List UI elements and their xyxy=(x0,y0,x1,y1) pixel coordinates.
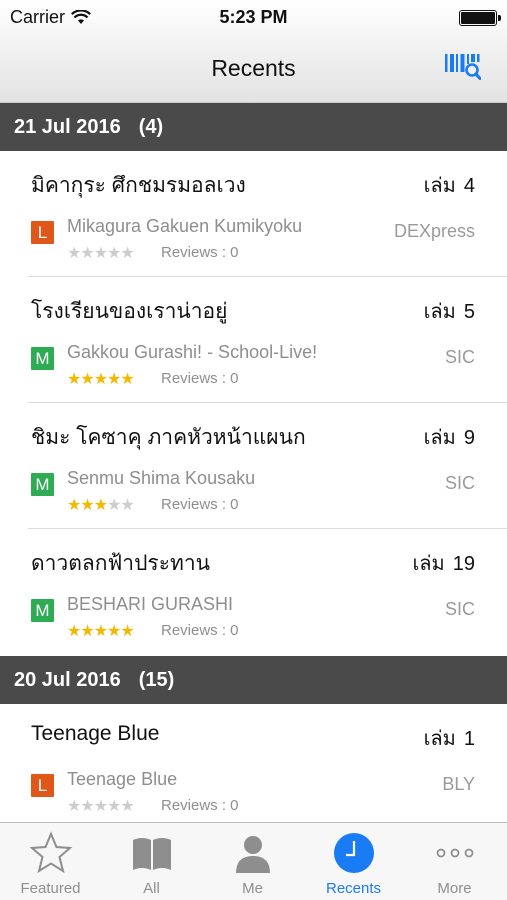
reviews-count: Reviews : 0 xyxy=(161,496,239,513)
star-icon: ★ xyxy=(67,245,81,262)
book-row[interactable]: โรงเรียนของเราน่าอยู่ เล่ม 5 M Gakkou Gur… xyxy=(0,277,507,403)
status-time: 5:23 PM xyxy=(219,7,288,27)
book-title: ชิมะ โคซาคุ ภาคหัวหน้าแผนก xyxy=(31,426,306,449)
star-icon: ★ xyxy=(120,371,134,388)
book-title: ดาวตลกฟ้าประทาน xyxy=(31,552,210,575)
tab-recents[interactable]: Recents xyxy=(303,823,404,900)
star-icon: ★ xyxy=(107,798,121,815)
star-icon: ★ xyxy=(93,371,108,388)
section-count: (15) xyxy=(138,669,175,691)
type-badge: L xyxy=(31,221,54,244)
romanized-title: Senmu Shima Kousaku xyxy=(67,468,256,488)
star-icon: ★ xyxy=(67,497,81,514)
romanized-title: Gakkou Gurashi! - School-Live! xyxy=(67,342,318,362)
section-count: (4) xyxy=(138,116,164,138)
publisher: SIC xyxy=(444,473,475,493)
type-badge: M xyxy=(31,599,54,622)
book-row[interactable]: ชิมะ โคซาคุ ภาคหัวหน้าแผนก เล่ม 9 M Senmu… xyxy=(0,403,507,529)
star-icon: ★ xyxy=(80,497,94,514)
type-badge: M xyxy=(31,473,54,496)
star-icon: ★ xyxy=(107,245,121,262)
section-date: 20 Jul 2016 xyxy=(14,669,121,691)
type-badge: M xyxy=(31,347,54,370)
book-title: มิคากุระ ศึกชมรมอลเวง xyxy=(31,174,246,197)
tab-more[interactable]: More xyxy=(404,823,505,900)
volume-label: เล่ม 5 xyxy=(423,301,475,323)
barcode-search-icon[interactable] xyxy=(445,52,481,80)
battery-icon xyxy=(459,10,501,26)
star-icon: ★ xyxy=(107,623,121,640)
star-icon: ★ xyxy=(107,497,121,514)
romanized-title: BESHARI GURASHI xyxy=(67,594,234,614)
tab-label: Me xyxy=(242,880,263,897)
person-icon xyxy=(235,836,270,873)
book-row[interactable]: Teenage Blue เล่ม 1 L Teenage Blue BLY ★★… xyxy=(0,704,507,830)
tab-me[interactable]: Me xyxy=(202,823,303,900)
publisher: BLY xyxy=(442,774,475,794)
star-icon: ★ xyxy=(93,623,108,640)
reviews-count: Reviews : 0 xyxy=(161,370,239,387)
volume-label: เล่ม 19 xyxy=(412,553,475,575)
tab-bar: Featured All Me Recents More xyxy=(0,822,507,900)
star-icon: ★ xyxy=(80,371,94,388)
book-icon xyxy=(132,838,171,870)
tab-label: All xyxy=(143,880,160,897)
clock-icon xyxy=(333,833,374,873)
section-header: 21 Jul 2016 (4) xyxy=(0,103,507,151)
type-badge: L xyxy=(31,774,54,797)
star-icon: ★ xyxy=(120,497,134,514)
section-date: 21 Jul 2016 xyxy=(14,116,121,138)
reviews-count: Reviews : 0 xyxy=(161,797,239,814)
book-row[interactable]: ดาวตลกฟ้าประทาน เล่ม 19 M BESHARI GURASHI… xyxy=(0,529,507,655)
rating-stars: ★★★★★ xyxy=(67,796,135,816)
volume-label: เล่ม 4 xyxy=(423,175,475,197)
star-icon: ★ xyxy=(120,798,134,815)
publisher: DEXpress xyxy=(393,221,475,241)
star-icon: ★ xyxy=(93,798,108,815)
star-icon: ★ xyxy=(80,245,94,262)
publisher: SIC xyxy=(444,599,475,619)
tab-label: More xyxy=(437,880,472,897)
section-header: 20 Jul 2016 (15) xyxy=(0,656,507,704)
star-icon: ★ xyxy=(120,623,134,640)
rating-stars: ★★★★★ xyxy=(67,369,135,389)
volume-label: เล่ม 9 xyxy=(423,427,475,449)
tab-featured[interactable]: Featured xyxy=(0,823,101,900)
status-bar: Carrier 5:23 PM xyxy=(0,0,507,36)
reviews-count: Reviews : 0 xyxy=(161,622,239,639)
publisher: SIC xyxy=(444,347,475,367)
tab-label: Featured xyxy=(20,880,81,897)
book-title: Teenage Blue xyxy=(31,722,160,745)
tab-label: Recents xyxy=(325,880,382,897)
star-icon: ★ xyxy=(67,623,81,640)
romanized-title: Mikagura Gakuen Kumikyoku xyxy=(67,216,303,236)
star-icon: ★ xyxy=(93,497,108,514)
star-icon: ★ xyxy=(120,245,134,262)
book-title: โรงเรียนของเราน่าอยู่ xyxy=(31,300,228,323)
star-icon: ★ xyxy=(93,245,108,262)
volume-label: เล่ม 1 xyxy=(423,728,475,750)
page-title: Recents xyxy=(211,55,296,81)
star-icon: ★ xyxy=(67,798,81,815)
reviews-count: Reviews : 0 xyxy=(161,244,239,261)
rating-stars: ★★★★★ xyxy=(67,495,135,515)
book-row[interactable]: มิคากุระ ศึกชมรมอลเวง เล่ม 4 L Mikagura G… xyxy=(0,151,507,277)
navigation-bar: Carrier 5:23 PM Recents xyxy=(0,0,507,103)
romanized-title: Teenage Blue xyxy=(67,769,178,789)
star-icon: ★ xyxy=(80,798,94,815)
tab-all[interactable]: All xyxy=(101,823,202,900)
star-icon xyxy=(29,831,72,874)
rating-stars: ★★★★★ xyxy=(67,621,135,641)
star-icon: ★ xyxy=(107,371,121,388)
rating-stars: ★★★★★ xyxy=(67,243,135,263)
star-icon: ★ xyxy=(67,371,81,388)
more-icon xyxy=(436,848,473,858)
star-icon: ★ xyxy=(80,623,94,640)
